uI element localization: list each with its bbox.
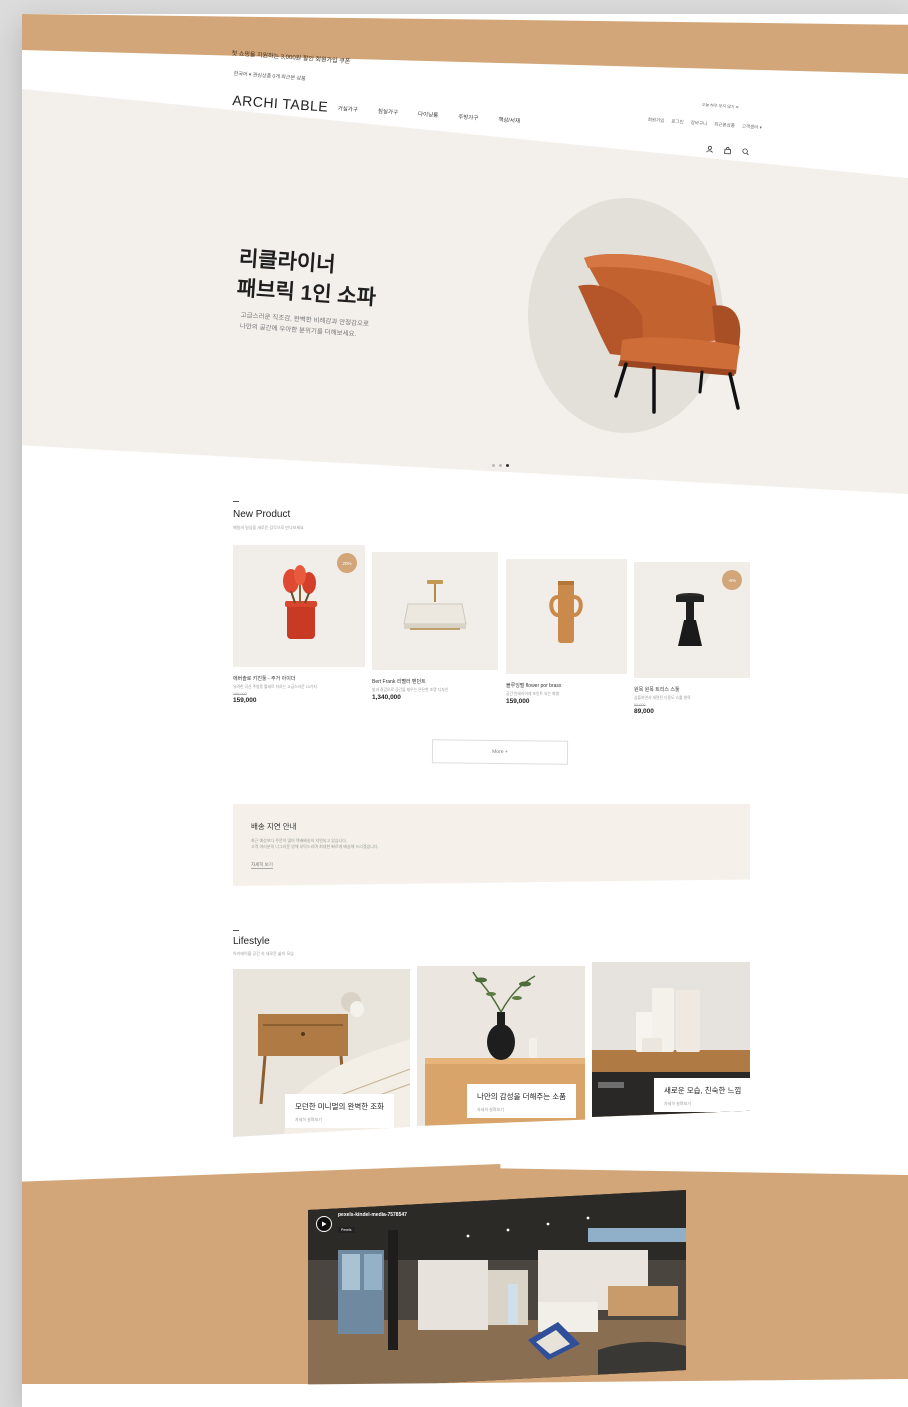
nav-item-kitchen[interactable]: 주방가구 — [458, 112, 479, 121]
product-old-price: 95,000 — [634, 703, 646, 707]
lifestyle-subtitle: 아키테이블 공간 속 새로운 삶의 모습 — [233, 951, 294, 956]
delivery-desc-line-2: 고객 여러분의 너그러운 양해 부탁드리며 최대한 빠르게 배송해 드리겠습니다… — [251, 844, 379, 849]
product-card-2[interactable]: Bert Frank 리펠러 펜던트 빛과 질감으로 공간을 채우는 은은한 조… — [372, 552, 498, 701]
util-cart[interactable]: 장바구니 — [690, 120, 708, 127]
lifestyle-headline: 새로운 모습, 친숙한 느낌 — [664, 1086, 742, 1095]
product-name[interactable]: 블루잉펄 flower por brass — [506, 682, 627, 689]
util-recent[interactable]: 최근본상품 — [714, 122, 735, 129]
video-meta: pexels-kindel-media-7578547 Pexels — [338, 1212, 407, 1236]
lifestyle-card-1[interactable]: 모던한 미니멀의 완벽한 조화 자세히 살펴보기 — [233, 969, 410, 1137]
product-name[interactable]: 원목 원목 트리스 스툴 — [634, 686, 750, 693]
hero-pagination — [492, 464, 509, 467]
product-card-4[interactable]: -6% 원목 원목 트리스 스툴 심플하면서 세련된 다용도 스툴 원목 95,… — [634, 562, 750, 715]
product-image[interactable]: -6% — [634, 562, 750, 678]
user-icon[interactable] — [705, 145, 714, 154]
video-player[interactable]: pexels-kindel-media-7578547 Pexels — [308, 1190, 686, 1390]
product-price: 89,000 — [634, 708, 654, 715]
lifestyle-caption: 새로운 모습, 친숙한 느낌 자세히 살펴보기 — [654, 1078, 750, 1112]
lifestyle-caption: 나만의 감성을 더해주는 소품 자세히 살펴보기 — [467, 1084, 577, 1118]
product-desc: 빛과 질감으로 공간을 채우는 은은한 조명 디자인 — [372, 688, 449, 692]
nav-item-bedroom[interactable]: 침실가구 — [378, 107, 399, 116]
bag-icon[interactable] — [723, 146, 732, 155]
lifestyle-card-3[interactable]: 새로운 모습, 친숙한 느낌 자세히 살펴보기 — [592, 962, 750, 1117]
new-product-subtitle: 매일의 일상을 새로운 감각으로 만나보세요 — [233, 525, 304, 530]
vase-image — [549, 581, 583, 643]
more-button[interactable]: More + — [431, 739, 569, 765]
discount-badge: -6% — [722, 570, 742, 590]
lifestyle-headline: 나만의 감성을 더해주는 소품 — [477, 1092, 567, 1101]
lifestyle-caption: 모던한 미니멀의 완벽한 조화 자세히 살펴보기 — [285, 1094, 395, 1128]
language-selector[interactable]: 한국어 ▾ 관심상품 0개 최근본 상품 — [234, 70, 306, 82]
page: 첫 쇼핑을 지원하는 3,000원 할인 회원가입 쿠폰 한국어 ▾ 관심상품 … — [22, 14, 908, 1407]
delivery-desc: 최근 예상보다 주문이 많아 택배배송이 지연되고 있습니다. 고객 여러분의 … — [251, 838, 451, 850]
product-image[interactable]: 20% — [233, 545, 365, 667]
product-card-3[interactable]: 블루잉펄 flower por brass 공간 인테리어에 포인트 되는 화병… — [506, 559, 627, 705]
delivery-title: 배송 지연 안내 — [251, 822, 297, 831]
util-support[interactable]: 고객센터 ▾ — [742, 124, 762, 131]
product-desc: 공간 인테리어에 포인트 되는 화병 — [506, 692, 560, 696]
product-price: 159,000 — [233, 697, 257, 704]
product-price: 1,340,000 — [372, 694, 401, 701]
product-name[interactable]: Bert Frank 리펠러 펜던트 — [372, 678, 498, 685]
product-desc: 유려한 곡선 주방용 툴세트 더하는 고급스러운 10가지 — [233, 685, 317, 689]
product-desc: 심플하면서 세련된 다용도 스툴 원목 — [634, 696, 691, 700]
new-product-title: New Product — [233, 509, 291, 520]
video-header: pexels-kindel-media-7578547 Pexels — [316, 1212, 407, 1236]
lifestyle-title: Lifestyle — [233, 936, 270, 947]
delivery-notice: 배송 지연 안내 최근 예상보다 주문이 많아 택배배송이 지연되고 있습니다.… — [233, 804, 750, 886]
main-nav: 거실가구 침실가구 다이닝룸 주방가구 책상/서재 — [337, 104, 520, 125]
nav-item-living[interactable]: 거실가구 — [337, 104, 358, 113]
lifestyle-link[interactable]: 자세히 살펴보기 — [295, 1117, 384, 1123]
lifestyle-headline: 모던한 미니멀의 완벽한 조화 — [295, 1102, 385, 1111]
search-icon[interactable] — [741, 148, 750, 157]
top-banner[interactable] — [22, 14, 908, 74]
hero-armchair-image — [578, 254, 741, 414]
hero-dot-1[interactable] — [492, 464, 495, 467]
utility-nav: 회원가입 로그인 장바구니 최근본상품 고객센터 ▾ — [648, 117, 762, 131]
video-source: Pexels — [338, 1227, 355, 1233]
product-card-1[interactable]: 20% 에버솔로 키친툴 - 주거 아이더 유려한 곡선 주방용 툴세트 더하는… — [233, 545, 365, 704]
lifestyle-card-2[interactable]: 나만의 감성을 더해주는 소품 자세히 살펴보기 — [417, 966, 585, 1126]
hide-banner-today[interactable]: 오늘 하루 보지 않기 ✕ — [702, 102, 740, 111]
video-title[interactable]: pexels-kindel-media-7578547 — [338, 1212, 407, 1218]
discount-badge: 20% — [337, 553, 357, 573]
hero-background — [22, 89, 908, 494]
header-icons — [705, 145, 749, 156]
nav-item-desk[interactable]: 책상/서재 — [498, 115, 520, 125]
section-mark — [233, 501, 239, 502]
lifestyle-link[interactable]: 자세히 살펴보기 — [477, 1107, 566, 1113]
product-old-price: 199,000 — [233, 692, 247, 696]
util-login[interactable]: 로그인 — [671, 119, 684, 126]
nav-item-dining[interactable]: 다이닝룸 — [418, 110, 439, 119]
product-name[interactable]: 에버솔로 키친툴 - 주거 아이더 — [233, 675, 365, 682]
site-logo[interactable]: ARCHI TABLE — [232, 92, 329, 115]
delivery-detail-link[interactable]: 자세히 보기 — [251, 862, 273, 869]
product-price: 159,000 — [506, 698, 530, 705]
util-join[interactable]: 회원가입 — [648, 117, 665, 124]
lifestyle-link[interactable]: 자세히 살펴보기 — [664, 1101, 741, 1107]
pendant-lamp-image — [403, 580, 467, 630]
hero-dot-3[interactable] — [506, 464, 509, 467]
product-image[interactable] — [372, 552, 498, 670]
section-mark — [233, 930, 239, 931]
product-image[interactable] — [506, 559, 627, 674]
hero-dot-2[interactable] — [499, 464, 502, 467]
play-icon[interactable] — [316, 1216, 332, 1232]
